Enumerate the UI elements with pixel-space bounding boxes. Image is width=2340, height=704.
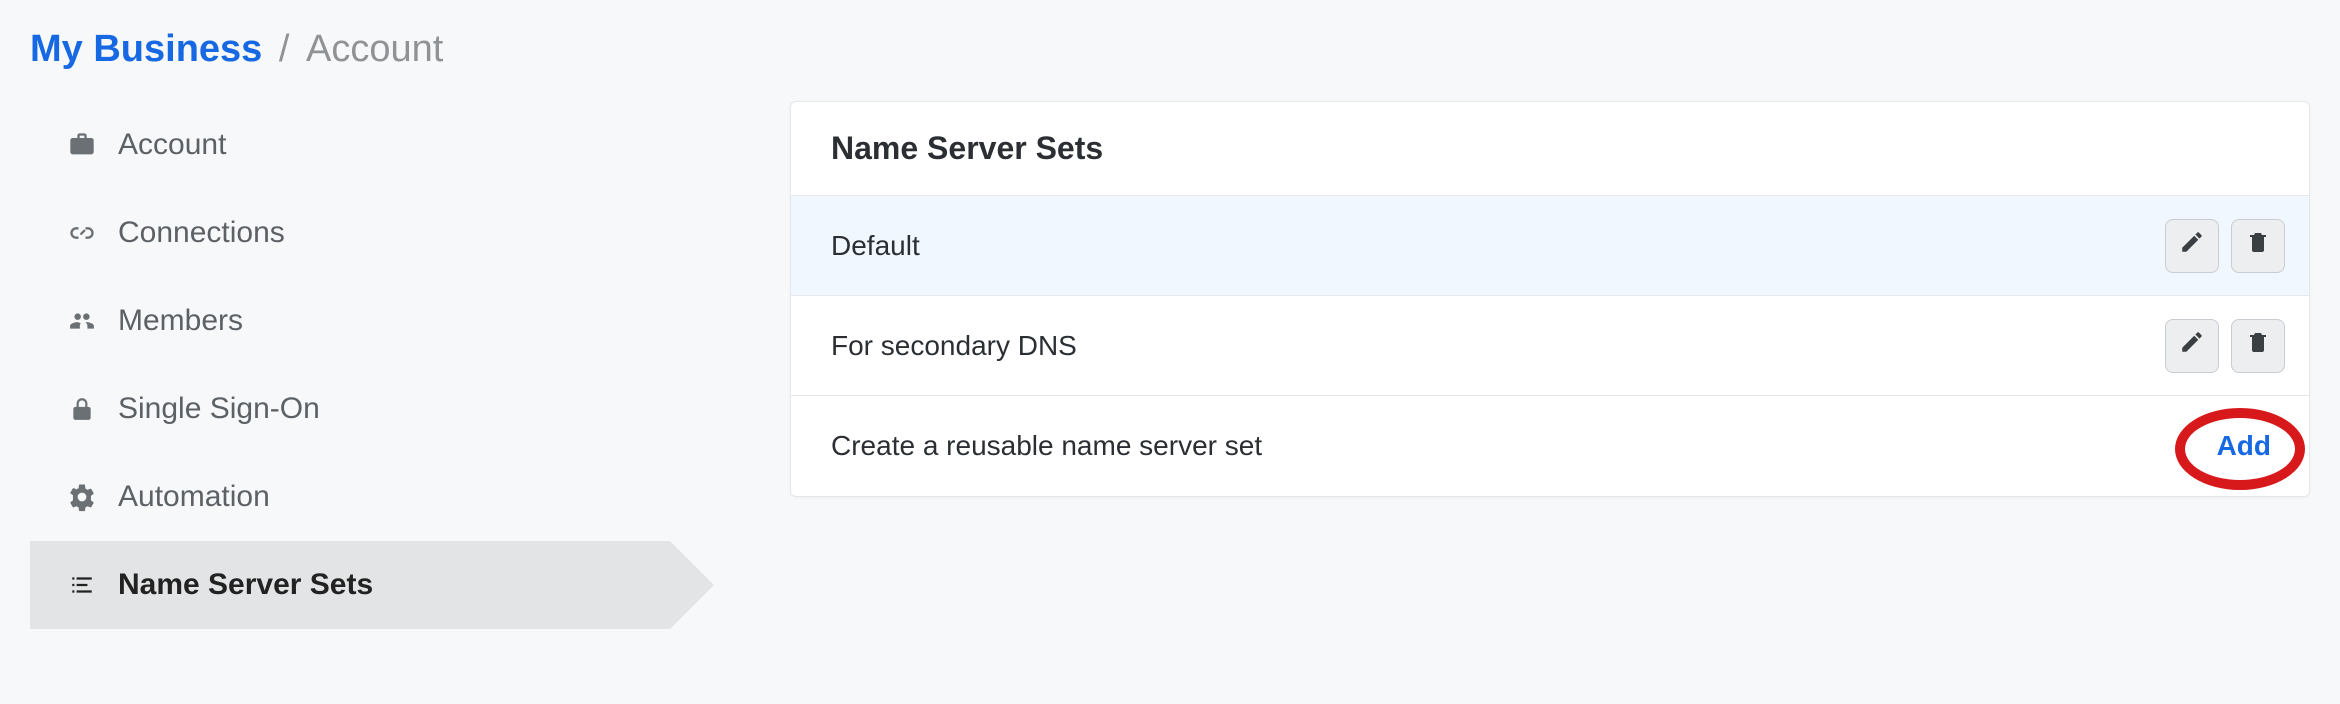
- card-title: Name Server Sets: [831, 130, 2269, 167]
- sidebar-item-sso[interactable]: Single Sign-On: [30, 365, 670, 453]
- footer-text: Create a reusable name server set: [831, 430, 1262, 462]
- lock-icon: [60, 394, 104, 424]
- sidebar-item-label: Members: [118, 304, 243, 338]
- card-header: Name Server Sets: [791, 102, 2309, 196]
- name-server-set-row: For secondary DNS: [791, 296, 2309, 396]
- sidebar-item-label: Account: [118, 128, 226, 162]
- delete-button[interactable]: [2231, 219, 2285, 273]
- sidebar-item-connections[interactable]: Connections: [30, 189, 670, 277]
- trash-icon: [2246, 329, 2270, 362]
- breadcrumb: My Business / Account: [30, 28, 2310, 71]
- sidebar-item-members[interactable]: Members: [30, 277, 670, 365]
- sidebar: Account Connections Members Single Sign-…: [30, 101, 670, 629]
- breadcrumb-separator: /: [279, 28, 290, 70]
- trash-icon: [2246, 229, 2270, 262]
- sidebar-item-label: Connections: [118, 216, 285, 250]
- sidebar-item-label: Automation: [118, 480, 270, 514]
- delete-button[interactable]: [2231, 319, 2285, 373]
- pencil-icon: [2179, 229, 2205, 262]
- gear-icon: [60, 482, 104, 512]
- sidebar-item-name-server-sets[interactable]: Name Server Sets: [30, 541, 670, 629]
- sidebar-item-account[interactable]: Account: [30, 101, 670, 189]
- sidebar-item-label: Name Server Sets: [118, 568, 373, 602]
- name-server-sets-card: Name Server Sets Default: [790, 101, 2310, 497]
- sidebar-item-automation[interactable]: Automation: [30, 453, 670, 541]
- breadcrumb-leaf: Account: [306, 28, 443, 70]
- card-footer: Create a reusable name server set Add: [791, 396, 2309, 496]
- edit-button[interactable]: [2165, 219, 2219, 273]
- add-button[interactable]: Add: [2217, 430, 2285, 462]
- name-server-set-row: Default: [791, 196, 2309, 296]
- briefcase-icon: [60, 131, 104, 159]
- edit-button[interactable]: [2165, 319, 2219, 373]
- row-label: For secondary DNS: [831, 330, 1077, 362]
- pencil-icon: [2179, 329, 2205, 362]
- sidebar-item-label: Single Sign-On: [118, 392, 320, 426]
- row-label: Default: [831, 230, 920, 262]
- users-icon: [60, 308, 104, 334]
- list-icon: [60, 572, 104, 598]
- breadcrumb-root[interactable]: My Business: [30, 28, 262, 70]
- link-icon: [60, 219, 104, 247]
